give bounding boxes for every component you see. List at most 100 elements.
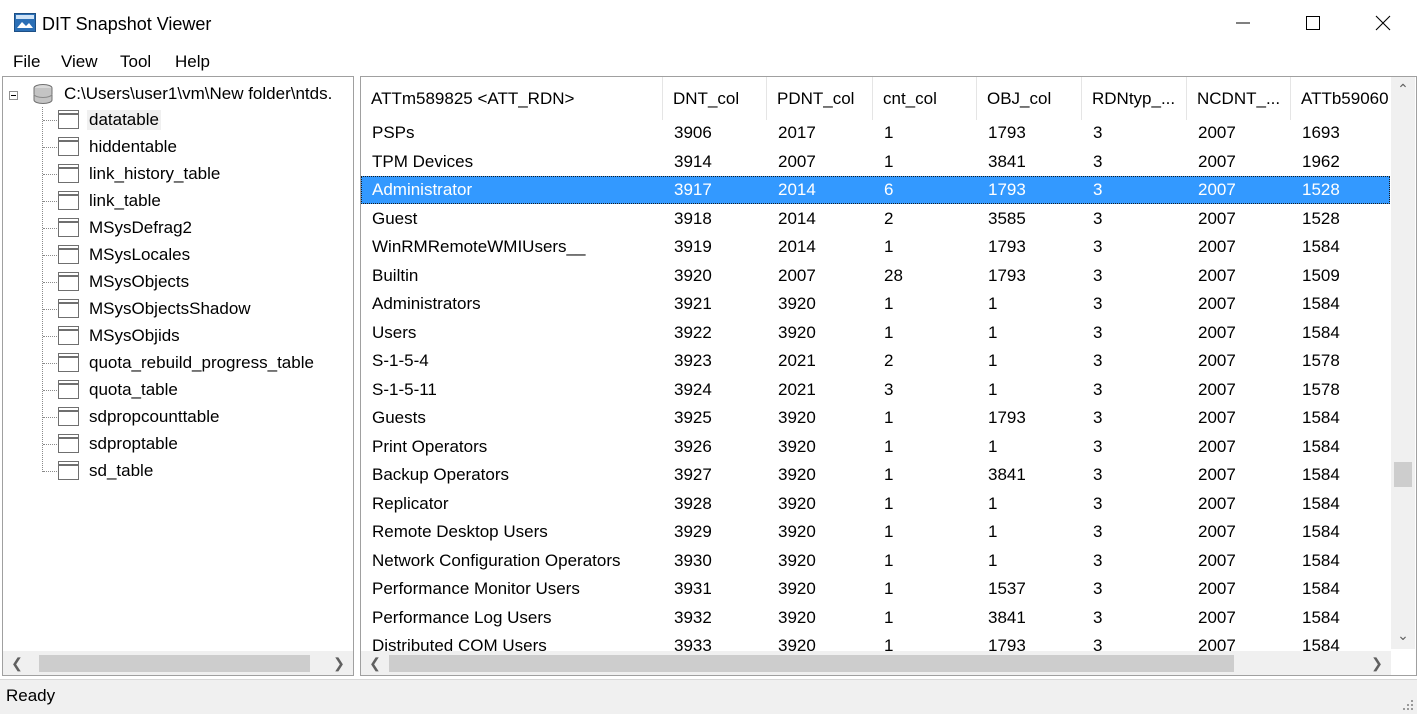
- tree-item-msysdefrag2[interactable]: MSysDefrag2: [43, 215, 353, 241]
- table-row[interactable]: Performance Monitor Users 3931 3920 1 1537 3 2…: [361, 575, 1390, 603]
- minimize-button[interactable]: [1209, 0, 1277, 46]
- scroll-up-arrow-icon[interactable]: ⌃: [1391, 77, 1415, 101]
- table-cell: 3: [1093, 579, 1103, 598]
- window-title: DIT Snapshot Viewer: [42, 14, 212, 34]
- scroll-right-arrow-icon[interactable]: ❯: [1365, 651, 1389, 675]
- table-row[interactable]: Replicator 3928 3920 1 1 3 2007 1584: [361, 490, 1390, 518]
- grid-rows: PSPs 3906 2017 1 1793 3 2007 1693 TPM Devices 391…: [361, 119, 1391, 651]
- table-cell: 6: [884, 180, 894, 199]
- table-tree[interactable]: C:\Users\user1\vm\New folder\ntds. datat…: [2, 76, 354, 676]
- tree-item-sd-table[interactable]: sd_table: [43, 458, 353, 484]
- table-row[interactable]: Users 3922 3920 1 1 3 2007 1584: [361, 319, 1390, 347]
- scroll-left-arrow-icon[interactable]: ❮: [5, 651, 29, 675]
- tree-root-database[interactable]: C:\Users\user1\vm\New folder\ntds.: [6, 82, 353, 106]
- tree-item-msysobjectsshadow[interactable]: MSysObjectsShadow: [43, 296, 353, 322]
- menu-file[interactable]: File: [11, 51, 42, 73]
- tree-item-quota-rebuild-progress-table[interactable]: quota_rebuild_progress_table: [43, 350, 353, 376]
- collapse-toggle[interactable]: [9, 91, 18, 100]
- table-row[interactable]: Print Operators 3926 3920 1 1 3 2007 1584: [361, 433, 1390, 461]
- table-row[interactable]: WinRMRemoteWMIUsers__ 3919 2014 1 1793 3 2007 1…: [361, 233, 1390, 261]
- menu-tool[interactable]: Tool: [118, 51, 153, 73]
- tree-item-msysobjids[interactable]: MSysObjids: [43, 323, 353, 349]
- table-cell: 1: [988, 294, 998, 313]
- scroll-left-arrow-icon[interactable]: ❮: [363, 651, 387, 675]
- tree-item-link-history-table[interactable]: link_history_table: [43, 161, 353, 187]
- tree-item-label: hiddentable: [89, 137, 177, 156]
- scroll-right-arrow-icon[interactable]: ❯: [327, 651, 351, 675]
- table-row[interactable]: Guest 3918 2014 2 3585 3 2007 1528: [361, 205, 1390, 233]
- maximize-button[interactable]: [1279, 0, 1347, 46]
- tree-scroll-thumb[interactable]: [39, 655, 310, 672]
- tree-item-label: quota_rebuild_progress_table: [89, 353, 314, 372]
- grid-vscroll-thumb[interactable]: [1394, 462, 1412, 487]
- close-button[interactable]: [1349, 0, 1417, 46]
- table-row[interactable]: Administrator 3917 2014 6 1793 3 2007 1528: [361, 176, 1390, 204]
- table-cell: 3: [1093, 265, 1103, 285]
- table-row[interactable]: Backup Operators 3927 3920 1 3841 3 2007 1584: [361, 461, 1390, 489]
- table-cell: 1: [884, 322, 894, 342]
- table-row[interactable]: TPM Devices 3914 2007 1 3841 3 2007 1962: [361, 148, 1390, 176]
- menu-view[interactable]: View: [59, 51, 100, 73]
- table-cell: 3920: [778, 607, 816, 627]
- column-header-pdnt-col[interactable]: PDNT_col: [767, 77, 873, 120]
- column-header-obj-col[interactable]: OBJ_col: [977, 77, 1082, 120]
- table-row[interactable]: Network Configuration Operators 3930 3920 1…: [361, 547, 1390, 575]
- menu-help[interactable]: Help: [173, 51, 212, 73]
- grid-hscroll-thumb[interactable]: [389, 655, 1234, 672]
- tree-item-label: MSysLocales: [89, 245, 191, 264]
- table-row[interactable]: Guests 3925 3920 1 1793 3 2007 1584: [361, 404, 1390, 432]
- table-cell: 2021: [778, 351, 816, 370]
- table-cell: 1: [884, 408, 894, 427]
- table-row[interactable]: Remote Desktop Users 3929 3920 1 1 3 2007 1584: [361, 518, 1390, 546]
- table-row[interactable]: PSPs 3906 2017 1 1793 3 2007 1693: [361, 119, 1390, 147]
- tree-item-hiddentable[interactable]: hiddentable: [43, 134, 353, 160]
- table-row[interactable]: S-1-5-11 3924 2021 3 1 3 2007 1578: [361, 376, 1390, 404]
- tree-item-sdpropcounttable[interactable]: sdpropcounttable: [43, 404, 353, 430]
- tree-horizontal-scrollbar[interactable]: ❮ ❯: [3, 651, 353, 675]
- tree-branch-line: [43, 309, 57, 310]
- table-row[interactable]: S-1-5-4 3923 2021 2 1 3 2007 1578: [361, 347, 1390, 375]
- tree-item-link-table[interactable]: link_table: [43, 188, 353, 214]
- table-cell: 1793: [988, 636, 1026, 651]
- table-icon: [58, 434, 79, 453]
- grid-horizontal-scrollbar[interactable]: ❮ ❯: [361, 651, 1391, 675]
- column-header-rdntyp[interactable]: RDNtyp_...: [1082, 77, 1187, 120]
- grid-vertical-scrollbar[interactable]: ⌃ ⌄: [1391, 77, 1415, 649]
- tree-branch-line: [43, 120, 57, 121]
- table-cell: 3: [884, 379, 894, 399]
- table-cell: 2007: [778, 151, 816, 171]
- column-header-ncdnt[interactable]: NCDNT_...: [1187, 77, 1291, 120]
- tree-item-msyslocales[interactable]: MSysLocales: [43, 242, 353, 268]
- table-cell: 1584: [1302, 408, 1340, 427]
- table-cell: 3920: [778, 408, 816, 427]
- tree-item-quota-table[interactable]: quota_table: [43, 377, 353, 403]
- tree-branch-line: [43, 228, 57, 229]
- resize-grip-icon[interactable]: [1402, 699, 1414, 711]
- table-row[interactable]: Builtin 3920 2007 28 1793 3 2007 1509: [361, 262, 1390, 290]
- table-cell: 1578: [1302, 379, 1340, 399]
- table-row[interactable]: Distributed COM Users 3933 3920 1 1793 3 2007 1…: [361, 632, 1390, 651]
- tree-item-label: datatable: [87, 110, 161, 130]
- table-cell: 2007: [1198, 636, 1236, 651]
- tree-item-sdproptable[interactable]: sdproptable: [43, 431, 353, 457]
- table-cell: 3931: [674, 579, 712, 598]
- table-cell: 2007: [1198, 237, 1236, 256]
- table-row[interactable]: Administrators 3921 3920 1 1 3 2007 1584: [361, 290, 1390, 318]
- tree-item-msysobjects[interactable]: MSysObjects: [43, 269, 353, 295]
- records-grid[interactable]: ATTm589825 <ATT_RDN> DNT_col PDNT_col cnt_c…: [360, 76, 1417, 676]
- column-header-attm589825-att-rdn[interactable]: ATTm589825 <ATT_RDN>: [361, 77, 663, 120]
- table-row[interactable]: Performance Log Users 3932 3920 1 3841 3 2007 1…: [361, 604, 1390, 632]
- table-cell: 3: [1093, 208, 1103, 228]
- tree-item-datatable[interactable]: datatable: [43, 107, 353, 133]
- table-cell: 1584: [1302, 522, 1340, 541]
- column-header-dnt-col[interactable]: DNT_col: [663, 77, 767, 120]
- table-cell: 3920: [778, 322, 816, 342]
- table-cell: 1: [988, 351, 998, 370]
- column-header-cnt-col[interactable]: cnt_col: [873, 77, 977, 120]
- column-header-attb59060[interactable]: ATTb59060: [1291, 77, 1391, 120]
- table-cell: 1578: [1302, 351, 1340, 370]
- table-cell: TPM Devices: [372, 151, 474, 171]
- scroll-down-arrow-icon[interactable]: ⌄: [1391, 623, 1415, 647]
- table-cell: 1584: [1302, 436, 1340, 456]
- table-cell: 3920: [778, 493, 816, 513]
